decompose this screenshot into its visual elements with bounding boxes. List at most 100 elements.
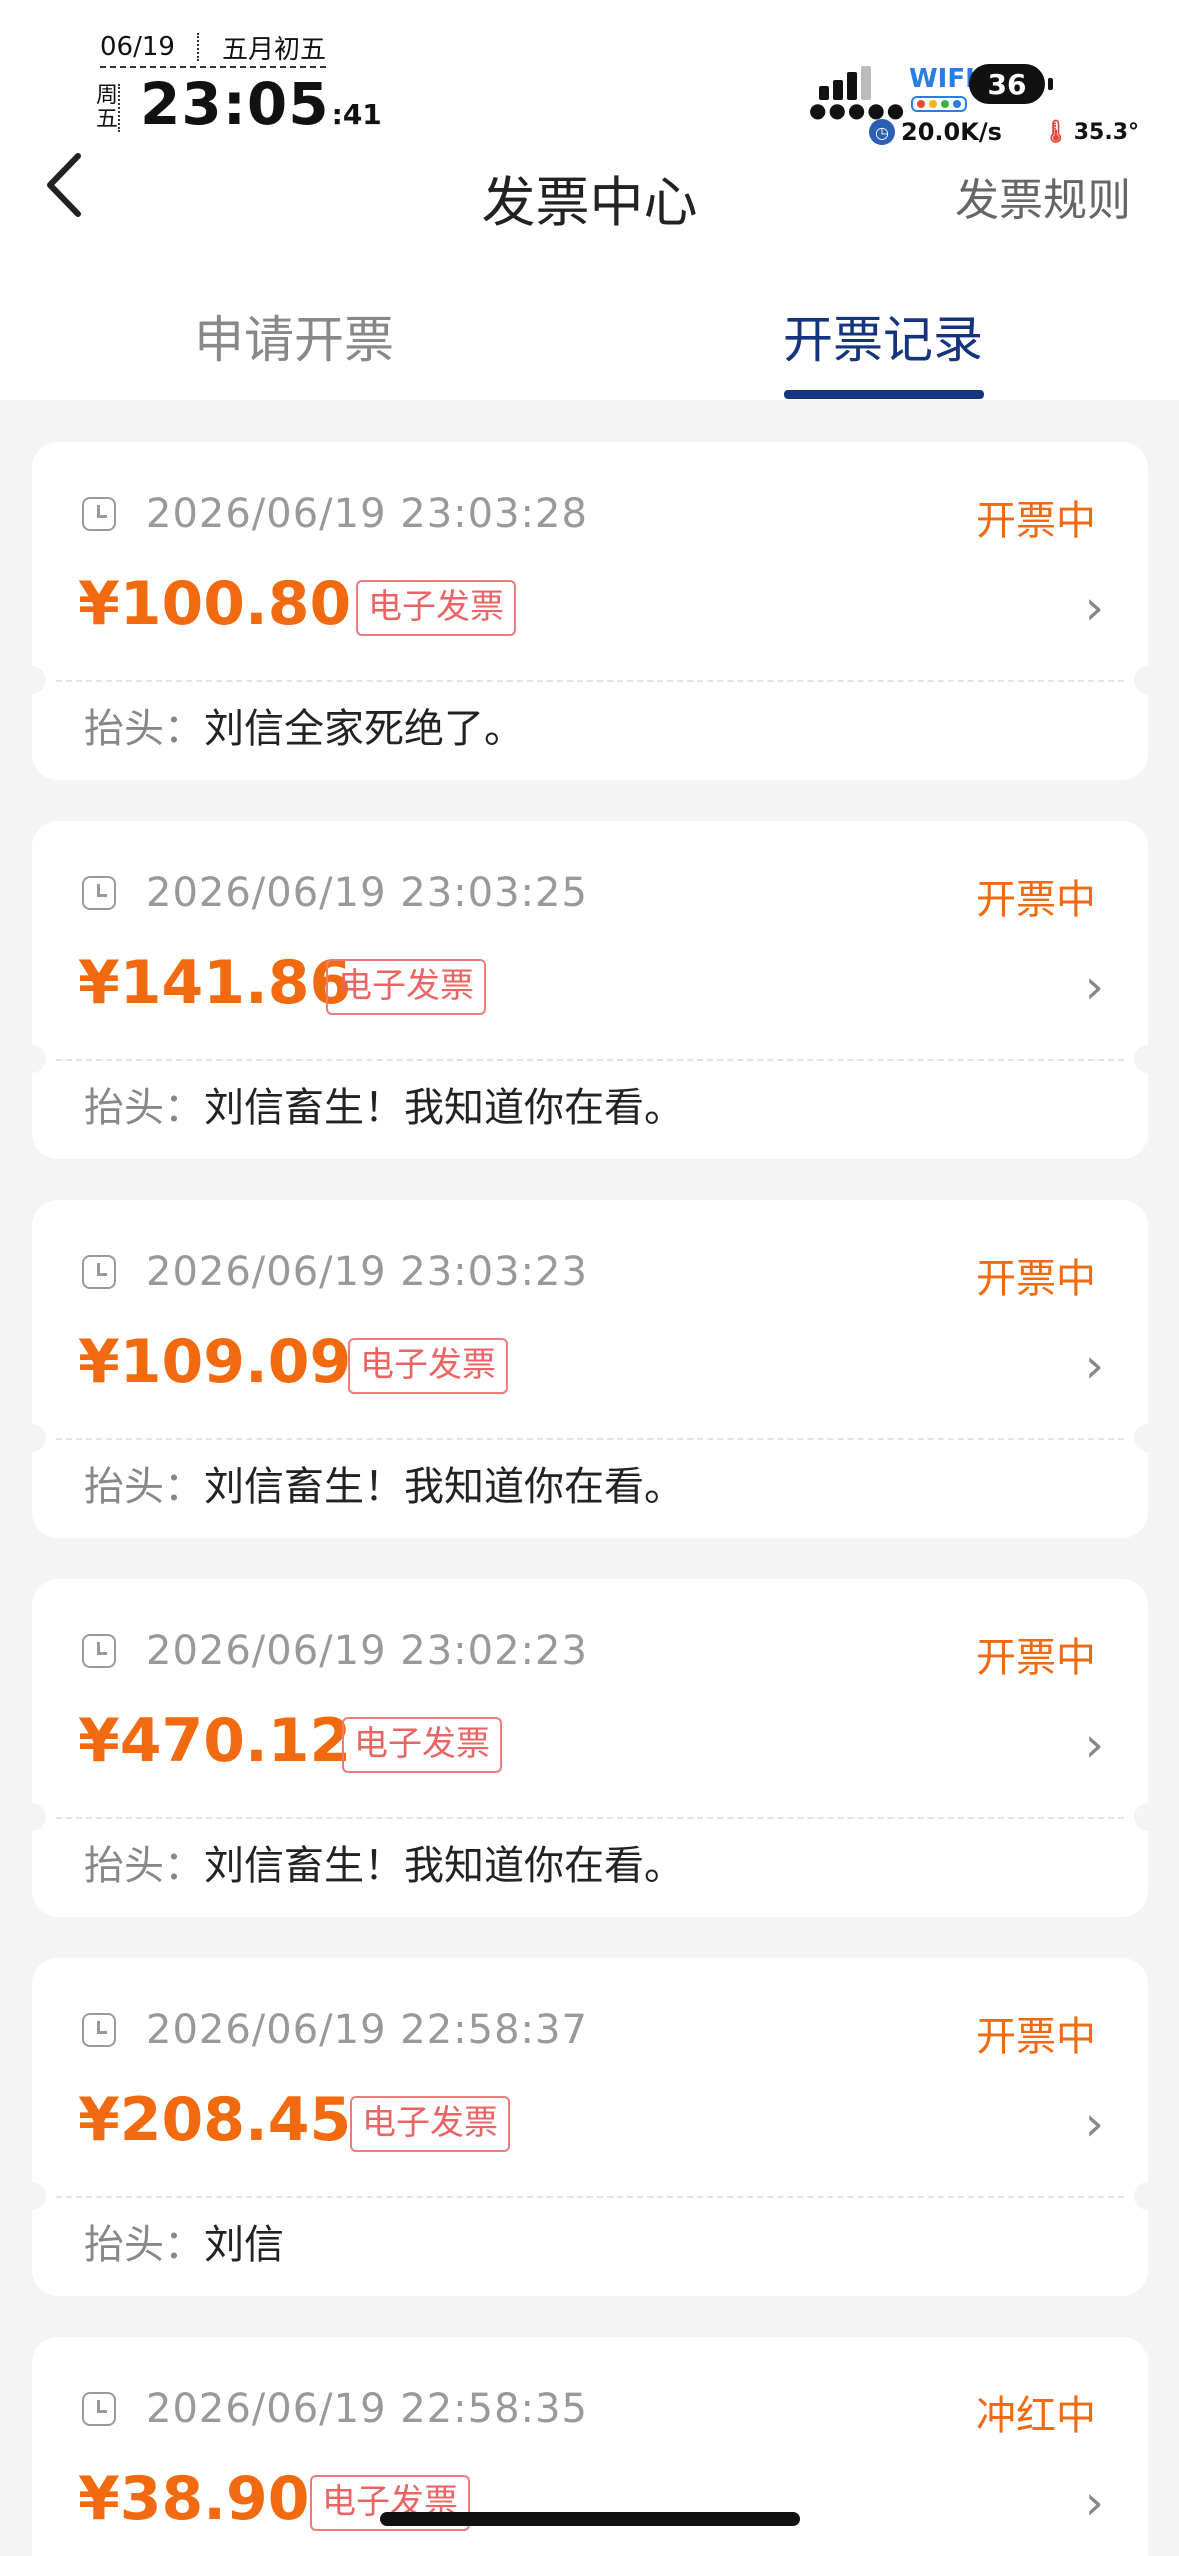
net-speed-value: 20.0K/s: [901, 118, 1002, 146]
record-status: 开票中: [976, 877, 1096, 923]
status-time-seconds: :41: [331, 98, 382, 131]
clock-icon: [82, 1634, 116, 1668]
chevron-right-icon[interactable]: ›: [1085, 580, 1104, 636]
chevron-right-icon[interactable]: ›: [1085, 2096, 1104, 2152]
record-time: 2026/06/19 23:02:23: [146, 1628, 588, 1674]
record-amount: ¥141.86: [78, 948, 352, 1018]
record-title-row: 抬头：刘信畜生！我知道你在看。: [84, 1841, 684, 1891]
thermometer-icon: 🌡: [1041, 120, 1070, 145]
clock-icon: [82, 876, 116, 910]
record-amount: ¥470.12: [78, 1706, 352, 1776]
status-date: 06/19 五月初五: [100, 32, 326, 68]
card-notch-left: [18, 666, 46, 694]
record-title-label: 抬头：: [84, 1085, 204, 1131]
invoice-type-tag: 电子发票: [342, 1717, 502, 1773]
card-divider: [56, 2196, 1124, 2198]
active-tab-indicator: [784, 390, 984, 399]
record-title-label: 抬头：: [84, 1843, 204, 1889]
signal-icon: ●●●●●: [809, 60, 904, 120]
record-title-value: 刘信畜生！我知道你在看。: [204, 1843, 684, 1889]
record-status: 开票中: [976, 2014, 1096, 2060]
record-status: 冲红中: [976, 2393, 1096, 2439]
card-notch-left: [18, 1045, 46, 1073]
record-status: 开票中: [976, 1256, 1096, 1302]
status-weekday: 周五: [96, 83, 120, 132]
record-status: 开票中: [976, 498, 1096, 544]
card-notch-left: [18, 1803, 46, 1831]
card-divider: [56, 1438, 1124, 1440]
clock-icon: ◷: [869, 119, 895, 145]
status-time: 23:05 :41: [140, 70, 382, 140]
chevron-right-icon[interactable]: ›: [1085, 959, 1104, 1015]
record-title-value: 刘信全家死绝了。: [204, 706, 524, 752]
record-time-row: 2026/06/19 23:03:28: [82, 491, 588, 537]
temperature-value: 35.3°: [1073, 120, 1139, 145]
record-title-row: 抬头：刘信畜生！我知道你在看。: [84, 1083, 684, 1133]
wifi-strength-icon: [911, 96, 967, 112]
card-notch-right: [1134, 1424, 1162, 1452]
card-notch-right: [1134, 1803, 1162, 1831]
record-title-value: 刘信: [204, 2222, 284, 2268]
chevron-right-icon[interactable]: ›: [1085, 1338, 1104, 1394]
record-time: 2026/06/19 23:03:28: [146, 491, 588, 537]
invoice-rules-link[interactable]: 发票规则: [955, 164, 1131, 228]
clock-icon: [82, 497, 116, 531]
tab-apply-invoice[interactable]: 申请开票: [194, 300, 394, 369]
invoice-type-tag: 电子发票: [326, 959, 486, 1015]
record-title-label: 抬头：: [84, 706, 204, 752]
record-status: 开票中: [976, 1635, 1096, 1681]
status-date-lunar: 五月初五: [221, 34, 326, 65]
record-amount: ¥38.90: [78, 2464, 310, 2534]
record-time: 2026/06/19 22:58:35: [146, 2386, 588, 2432]
status-indicators: ●●●●● WIFI 36 ◷ 20.0K/s 🌡 35.3°: [809, 60, 1139, 150]
record-time: 2026/06/19 23:03:23: [146, 1249, 588, 1295]
card-notch-left: [18, 1424, 46, 1452]
card-notch-right: [1134, 1045, 1162, 1073]
record-time-row: 2026/06/19 22:58:37: [82, 2007, 588, 2053]
clock-icon: [82, 2013, 116, 2047]
wifi-icon: WIFI: [909, 64, 975, 94]
invoice-record-card[interactable]: 2026/06/19 23:03:23 开票中 ¥109.09 电子发票 › 抬…: [18, 1200, 1162, 1538]
back-button[interactable]: [40, 150, 100, 230]
net-speed: ◷ 20.0K/s: [869, 118, 1002, 146]
home-indicator[interactable]: [380, 2512, 800, 2526]
card-divider: [56, 680, 1124, 682]
invoice-type-tag: 电子发票: [348, 1338, 508, 1394]
record-time-row: 2026/06/19 23:02:23: [82, 1628, 588, 1674]
card-notch-right: [1134, 666, 1162, 694]
record-title-value: 刘信畜生！我知道你在看。: [204, 1085, 684, 1131]
record-title-row: 抬头：刘信: [84, 2220, 284, 2270]
record-time-row: 2026/06/19 23:03:25: [82, 870, 588, 916]
record-title-label: 抬头：: [84, 2222, 204, 2268]
record-title-row: 抬头：刘信全家死绝了。: [84, 704, 524, 754]
invoice-record-card[interactable]: 2026/06/19 22:58:37 开票中 ¥208.45 电子发票 › 抬…: [18, 1958, 1162, 2296]
card-divider: [56, 1059, 1124, 1061]
record-time: 2026/06/19 22:58:37: [146, 2007, 588, 2053]
invoice-type-tag: 电子发票: [356, 580, 516, 636]
record-amount: ¥109.09: [78, 1327, 352, 1397]
tab-invoice-records[interactable]: 开票记录: [783, 300, 983, 369]
record-amount: ¥100.80: [78, 569, 352, 639]
status-date-separator: [197, 33, 200, 61]
record-title-row: 抬头：刘信畜生！我知道你在看。: [84, 1462, 684, 1512]
status-date-solar: 06/19: [100, 32, 175, 62]
invoice-record-card[interactable]: 2026/06/19 23:03:28 开票中 ¥100.80 电子发票 › 抬…: [18, 442, 1162, 780]
clock-icon: [82, 2392, 116, 2426]
chevron-left-icon: [47, 153, 81, 217]
battery-icon: 36: [969, 64, 1053, 104]
chevron-right-icon[interactable]: ›: [1085, 1717, 1104, 1773]
card-notch-right: [1134, 2182, 1162, 2210]
card-divider: [56, 1817, 1124, 1819]
temperature: 🌡 35.3°: [1042, 120, 1139, 145]
record-amount: ¥208.45: [78, 2085, 352, 2155]
invoice-record-card[interactable]: 2026/06/19 23:03:25 开票中 ¥141.86 电子发票 › 抬…: [18, 821, 1162, 1159]
card-notch-left: [18, 2182, 46, 2210]
clock-icon: [82, 1255, 116, 1289]
chevron-right-icon[interactable]: ›: [1085, 2475, 1104, 2531]
record-time: 2026/06/19 23:03:25: [146, 870, 588, 916]
status-time-hm: 23:05: [140, 70, 330, 138]
record-title-label: 抬头：: [84, 1464, 204, 1510]
record-time-row: 2026/06/19 22:58:35: [82, 2386, 588, 2432]
invoice-type-tag: 电子发票: [350, 2096, 510, 2152]
invoice-record-card[interactable]: 2026/06/19 23:02:23 开票中 ¥470.12 电子发票 › 抬…: [18, 1579, 1162, 1917]
